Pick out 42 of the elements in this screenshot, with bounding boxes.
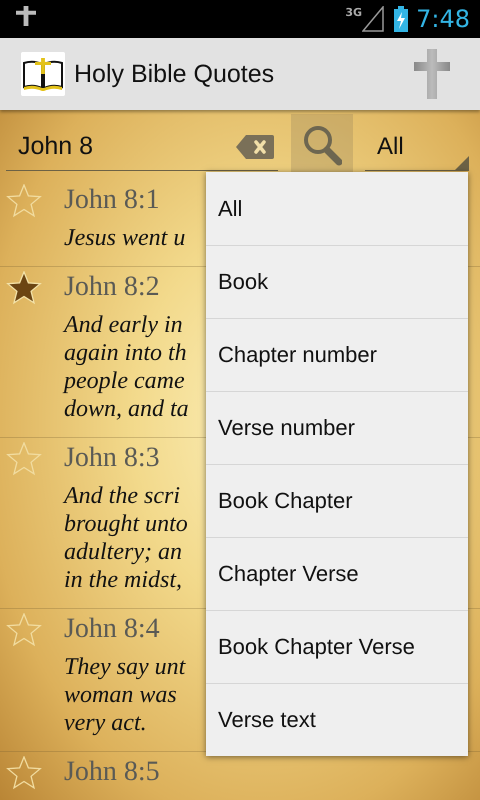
verse-reference: John 8:4: [64, 612, 160, 646]
verse-text-line: And the scri: [64, 482, 180, 510]
verse-text-line: down, and ta: [64, 395, 189, 423]
verse-reference: John 8:5: [64, 755, 160, 789]
verse-text-line: And early in: [64, 311, 183, 339]
verse-text-line: in the midst,: [64, 566, 182, 594]
bible-icon: [21, 52, 65, 96]
star-icon[interactable]: [6, 756, 42, 792]
signal-icon: [362, 6, 384, 32]
verse-text-line: people came: [64, 367, 185, 395]
menu-item[interactable]: Chapter number: [206, 318, 468, 391]
clock-time: 7:48: [416, 5, 470, 33]
menu-item[interactable]: Verse number: [206, 391, 468, 464]
battery-charging-icon: [394, 6, 408, 32]
filter-dropdown[interactable]: All: [365, 123, 469, 171]
dropdown-corner-icon: [455, 156, 469, 170]
filled-star-icon[interactable]: [6, 271, 42, 307]
menu-item[interactable]: Chapter Verse: [206, 537, 468, 610]
verse-text-line: Jesus went u: [64, 224, 186, 252]
app-title: Holy Bible Quotes: [74, 60, 276, 88]
star-icon[interactable]: [6, 184, 42, 220]
menu-item[interactable]: All: [206, 172, 468, 245]
menu-item[interactable]: Book Chapter Verse: [206, 610, 468, 683]
star-icon[interactable]: [6, 442, 42, 478]
verse-reference: John 8:1: [64, 183, 160, 217]
verse-text-line: again into th: [64, 339, 187, 367]
verse-reference: John 8:2: [64, 270, 160, 304]
search-icon: [302, 124, 342, 166]
verse-text-line: adultery; an: [64, 538, 182, 566]
verse-reference: John 8:3: [64, 441, 160, 475]
star-icon[interactable]: [6, 613, 42, 649]
verse-text-line: very act.: [64, 709, 147, 737]
search-field[interactable]: John 8: [18, 132, 236, 161]
verse-text-line: brought unto: [64, 510, 188, 538]
network-type: 3G: [345, 6, 362, 19]
menu-item[interactable]: Book: [206, 245, 468, 318]
cross-button-icon[interactable]: [414, 49, 450, 99]
menu-item[interactable]: Book Chapter: [206, 464, 468, 537]
menu-item[interactable]: Verse text: [206, 683, 468, 756]
verse-text-line: They say unt: [64, 653, 186, 681]
clear-text-icon: [236, 134, 274, 160]
verse-text-line: woman was: [64, 681, 177, 709]
